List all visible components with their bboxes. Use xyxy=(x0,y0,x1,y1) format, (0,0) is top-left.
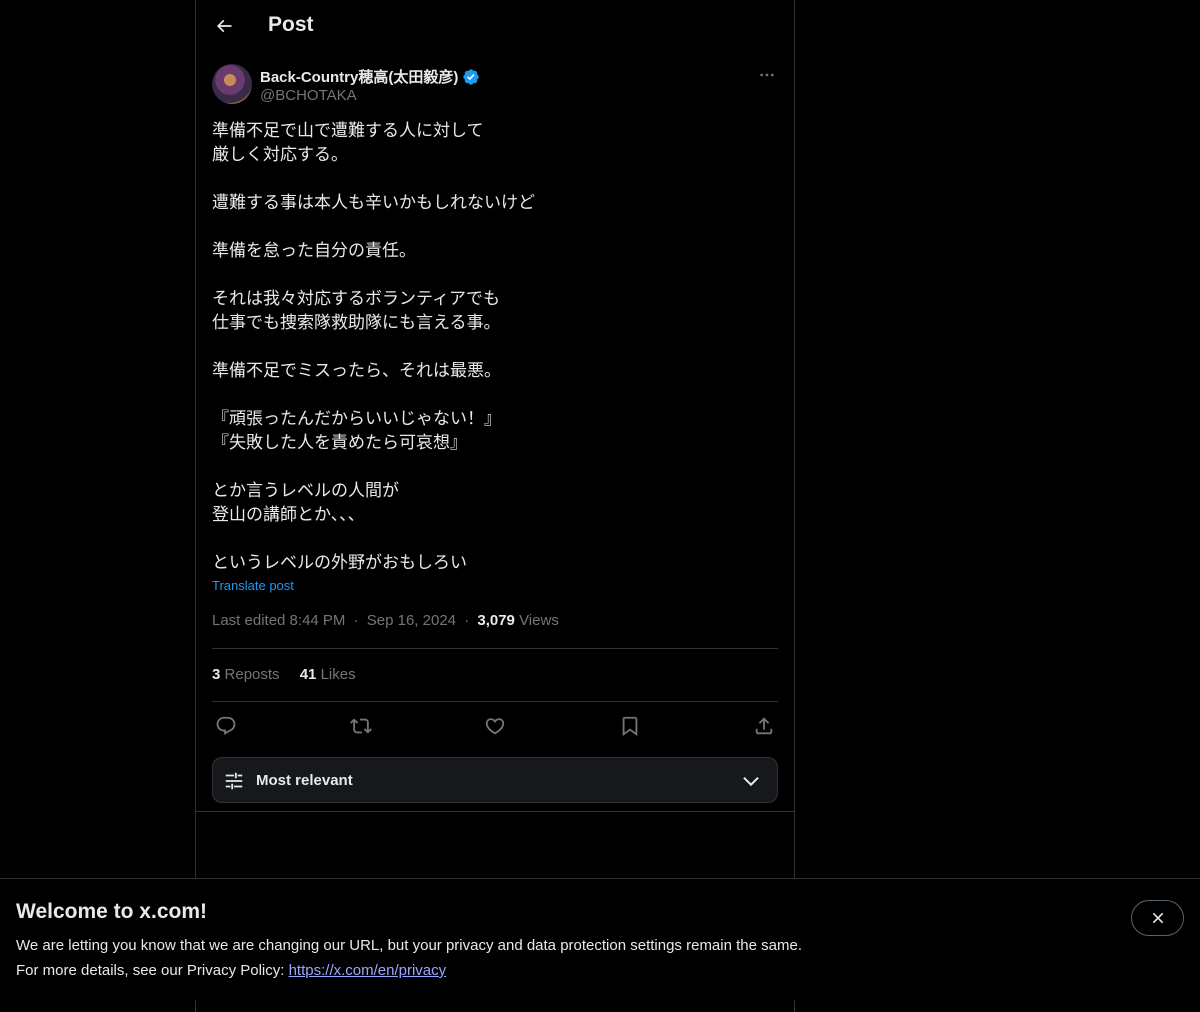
share-icon xyxy=(755,717,773,735)
author-display-name[interactable]: Back-Country穂高(太田毅彦) xyxy=(260,66,480,87)
page-title: Post xyxy=(268,13,314,36)
like-icon xyxy=(485,718,505,735)
back-arrow-icon xyxy=(216,19,232,33)
post-author: Back-Country穂高(太田毅彦) @BCHOTAKA xyxy=(212,64,778,106)
close-icon xyxy=(1152,912,1163,924)
banner-title: Welcome to x.com! xyxy=(16,900,207,923)
chevron-down-icon xyxy=(743,776,759,787)
meta-separator: · xyxy=(353,612,359,629)
reposts-stat[interactable]: 3 Reposts xyxy=(212,666,280,683)
divider xyxy=(196,811,794,812)
avatar[interactable] xyxy=(212,64,252,104)
more-dots-icon xyxy=(760,73,774,77)
bookmark-icon xyxy=(622,716,637,737)
likes-count: 41 xyxy=(299,666,317,683)
sort-sliders-icon xyxy=(225,772,243,790)
back-button[interactable] xyxy=(206,8,242,44)
main-column: Post Back-Country穂高(太田毅彦) @BCHOTAKA 準備不足… xyxy=(195,0,795,1012)
banner-policy-line: For more details, see our Privacy Policy… xyxy=(16,962,446,979)
reply-button[interactable] xyxy=(212,712,240,740)
post-text: 準備不足で山で遭難する人に対して 厳しく対応する。 遭難する事は本人も辛いかもし… xyxy=(212,121,535,573)
meta-separator: · xyxy=(464,612,470,629)
divider xyxy=(212,701,778,702)
likes-label: Likes xyxy=(320,666,356,683)
more-options-button[interactable] xyxy=(756,64,778,86)
banner-policy-prefix: For more details, see our Privacy Policy… xyxy=(16,962,289,979)
sort-selected-label: Most relevant xyxy=(256,772,353,789)
likes-stat[interactable]: 41 Likes xyxy=(300,666,356,683)
post-date[interactable]: Sep 16, 2024 xyxy=(367,612,456,629)
verified-badge-icon xyxy=(463,68,480,85)
author-handle[interactable]: @BCHOTAKA xyxy=(260,87,357,104)
reply-icon xyxy=(216,716,236,735)
url-change-banner: Welcome to x.com! We are letting you kno… xyxy=(0,878,1200,1000)
translate-post-link[interactable]: Translate post xyxy=(212,578,294,593)
action-bar xyxy=(212,712,778,740)
reposts-label: Reposts xyxy=(224,666,280,683)
like-button[interactable] xyxy=(481,712,509,740)
bookmark-button[interactable] xyxy=(616,712,644,740)
repost-icon xyxy=(349,718,372,734)
banner-close-button[interactable] xyxy=(1131,900,1184,936)
post-meta: Last edited 8:44 PM · Sep 16, 2024 · 3,0… xyxy=(212,612,559,629)
edited-time-link[interactable]: Last edited 8:44 PM xyxy=(212,612,345,629)
repost-button[interactable] xyxy=(347,712,375,740)
author-name-text: Back-Country穂高(太田毅彦) xyxy=(260,69,459,86)
reposts-count: 3 xyxy=(212,666,221,683)
reply-sort-dropdown[interactable]: Most relevant xyxy=(212,757,778,803)
views-label: Views xyxy=(519,612,559,629)
share-button[interactable] xyxy=(750,712,778,740)
post-header: Post xyxy=(196,0,794,53)
privacy-policy-link[interactable]: https://x.com/en/privacy xyxy=(289,962,447,979)
banner-message: We are letting you know that we are chan… xyxy=(16,937,802,954)
views-count: 3,079 xyxy=(477,612,515,629)
engagement-stats: 3 Reposts 41 Likes xyxy=(212,666,372,683)
divider xyxy=(212,648,778,649)
